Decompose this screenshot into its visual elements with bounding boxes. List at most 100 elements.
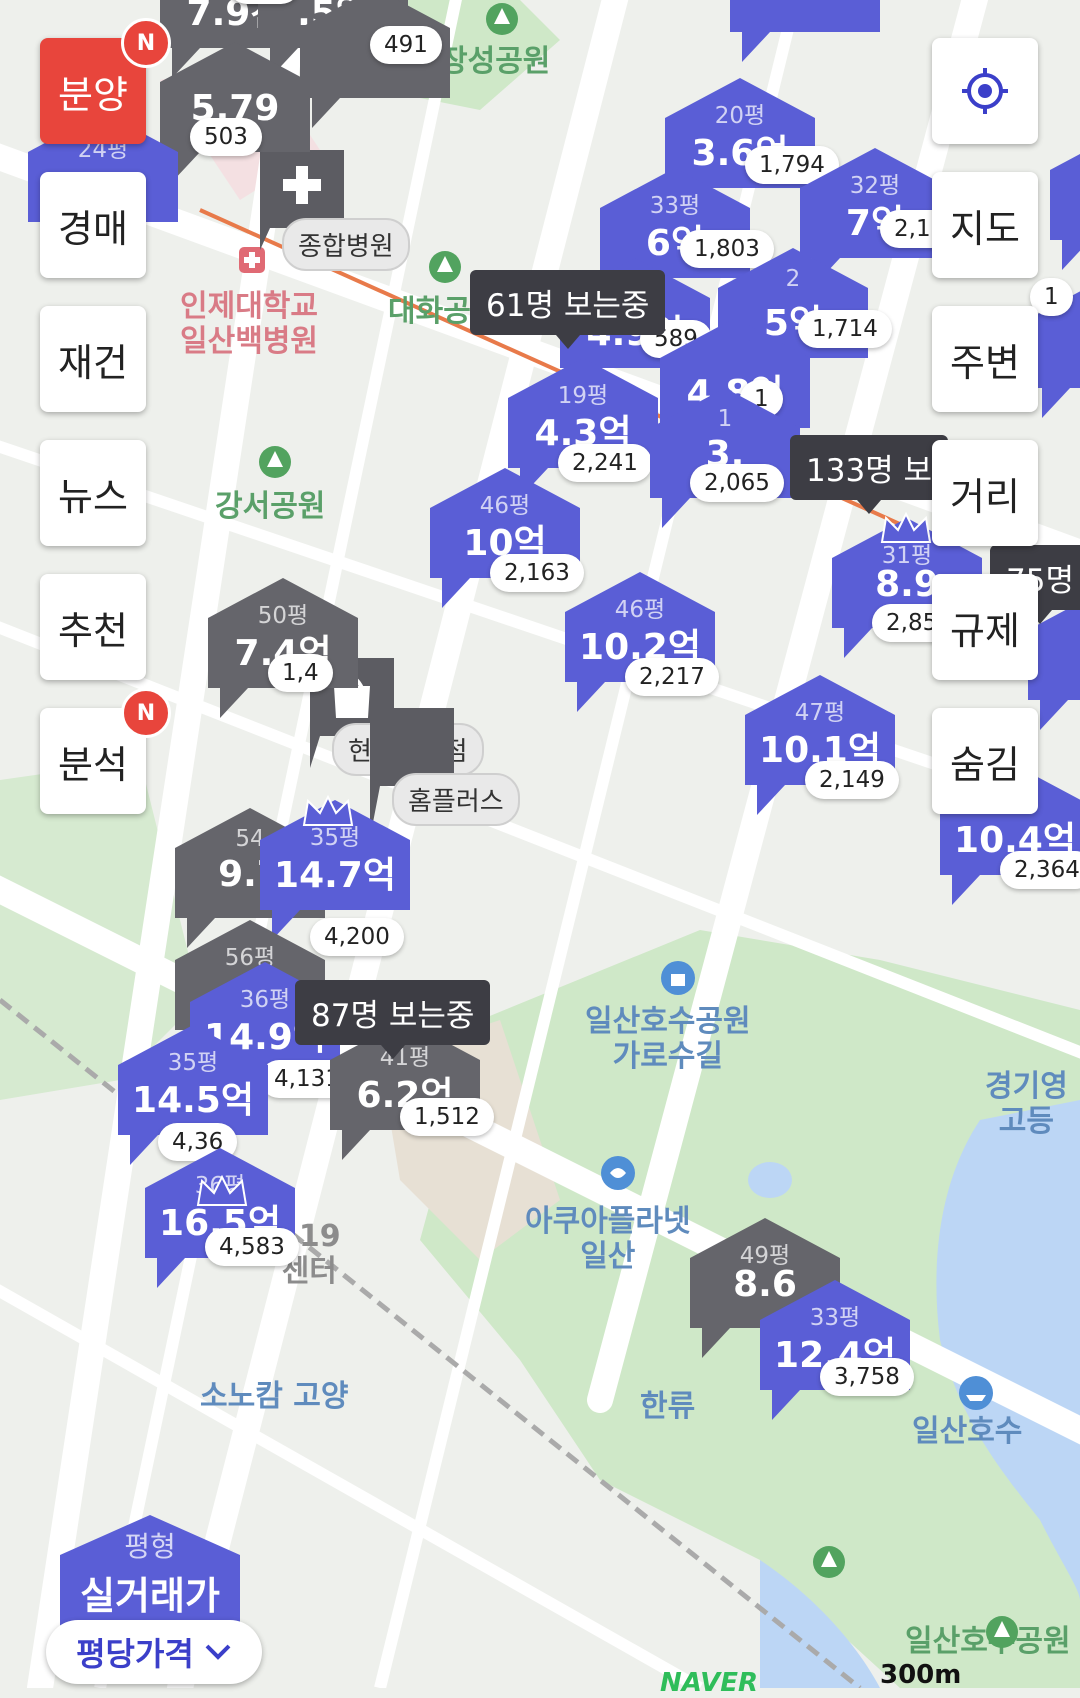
listing-marker[interactable]: 47평 10.1억 2,149 (745, 675, 899, 825)
listing-count: 2,065 (690, 464, 784, 502)
price-unit-label: 평당가격 (76, 1635, 194, 1673)
place-label: 한류 (640, 1389, 696, 1424)
park-icon (429, 251, 461, 283)
sidebar-item-label: 뉴스 (58, 474, 128, 519)
sidebar-item-map[interactable]: 지도 (932, 172, 1038, 278)
listing-count-pill: 3,758 (820, 1358, 914, 1396)
boat-icon (959, 1376, 993, 1410)
listing-count-pill: 2,065 (690, 464, 784, 502)
listing-marker[interactable]: 33평 12.4억 3,758 (760, 1280, 914, 1430)
listing-price: 14.7억 (274, 855, 396, 896)
listing-count-pill: 445 (228, 0, 300, 4)
sidebar-item-label: 분석 (58, 742, 128, 787)
place-label: 인제대학교 일산백병원 (180, 289, 318, 359)
sidebar-item-label: 경매 (58, 206, 128, 251)
poi-label: 종합병원 (282, 218, 410, 271)
sidebar-item-news[interactable]: 뉴스 (40, 440, 146, 546)
listing-count: 1,714 (798, 310, 892, 348)
place-label: 아쿠아플라넷 일산 (525, 1204, 691, 1274)
listing-count-pill: 1,512 (400, 1098, 494, 1136)
sidebar-item-distance[interactable]: 거리 (932, 440, 1038, 546)
listing-marker[interactable]: 5.79 503 (160, 42, 310, 192)
place-label: 대화공 (388, 294, 471, 329)
place-label: 소노캄 고양 (200, 1379, 349, 1414)
viewers-tooltip[interactable]: 61명 보는중 (470, 270, 666, 349)
listing-area: 2 (785, 266, 801, 292)
sidebar-item-nearby[interactable]: 주변 (932, 306, 1038, 412)
sidebar-item-label: 추천 (58, 608, 128, 653)
place-label: 일산호수공원 가로수길 (585, 1004, 751, 1074)
sidebar-item-auction[interactable]: 경매 (40, 172, 146, 278)
house-marker-shape (730, 0, 880, 62)
listing-price: 14.5억 (132, 1080, 254, 1121)
crown-icon (302, 795, 354, 826)
listing-count-pill: 491 (370, 26, 442, 64)
crown-icon (196, 1175, 248, 1206)
listing-count-pill: 2,217 (625, 658, 719, 696)
new-badge: N (121, 688, 171, 738)
listing-count: 4,583 (205, 1228, 299, 1266)
listing-count: 2,149 (805, 761, 899, 799)
sidebar-item-label: 숨김 (950, 742, 1020, 787)
crosshair-icon (962, 68, 1008, 114)
sidebar-item-hide[interactable]: 숨김 (932, 708, 1038, 814)
listing-count: 2,364 (1000, 851, 1080, 889)
listing-count-pill: 503 (190, 118, 262, 156)
listing-count-pill: 1,714 (798, 310, 892, 348)
viewers-tooltip[interactable]: 133명 보 (790, 435, 949, 514)
legend-price-type: 실거래가 (80, 1574, 220, 1618)
listing-count: 1,512 (400, 1098, 494, 1136)
listing-count-pill: 4,583 (205, 1228, 299, 1266)
scale-label: 300m (880, 1660, 962, 1690)
listing-count: 2,217 (625, 658, 719, 696)
new-badge: N (121, 18, 171, 68)
listing-count: 3,758 (820, 1358, 914, 1396)
listing-marker[interactable]: 36평16.5억4,583 (145, 1148, 299, 1298)
legend-area-label: 평형 (124, 1530, 176, 1563)
place-label: 일산호수 (912, 1414, 1023, 1449)
place-label: 장성공원 (440, 44, 551, 79)
sidebar-item-redevelopment[interactable]: 재건 (40, 306, 146, 412)
chevron-down-icon (205, 1644, 231, 1660)
park-icon (986, 1616, 1018, 1648)
listing-marker[interactable]: 1 3. 2,065 (650, 388, 800, 538)
listing-marker[interactable]: 46평 10.2억 2,217 (565, 572, 719, 722)
listing-count-pill: 2,149 (805, 761, 899, 799)
listing-price: 8 (1050, 176, 1080, 217)
listing-marker[interactable]: 50평7.4억1,4 (208, 578, 358, 728)
listing-count: 1,4 (268, 654, 333, 692)
crown-icon (880, 512, 932, 543)
viewers-tooltip[interactable]: 87명 보는중 (295, 980, 491, 1059)
listing-marker[interactable]: 8 (1050, 130, 1080, 280)
naver-logo: NAVER (660, 1668, 759, 1698)
house-marker-shape (300, 0, 450, 128)
sidebar-item-label: 규제 (950, 608, 1020, 653)
sidebar-item-regulation[interactable]: 규제 (932, 574, 1038, 680)
listing-area: 1 (717, 406, 733, 432)
sidebar-item-label: 주변 (950, 340, 1020, 385)
sidebar-item-recommend[interactable]: 추천 (40, 574, 146, 680)
listing-marker[interactable]: 491 (300, 0, 450, 138)
shopping-icon (661, 961, 695, 995)
sidebar-item-label: 재건 (58, 340, 128, 385)
listing-count: 445 (228, 0, 300, 4)
listing-marker[interactable]: 46평 10억 2,163 (430, 468, 584, 618)
sidebar-item-label: 지도 (950, 206, 1020, 251)
park-icon (259, 446, 291, 478)
listing-count: 503 (190, 118, 262, 156)
aquarium-icon (601, 1156, 635, 1190)
park-icon (486, 3, 518, 35)
place-label: 강서공원 (215, 489, 326, 524)
legend-marker[interactable]: 평형 실거래가 (60, 1515, 240, 1635)
my-location-button[interactable] (932, 38, 1038, 144)
listing-count-pill: 2,364 (1000, 851, 1080, 889)
sidebar-item-label: 분양 (58, 72, 128, 117)
listing-count: 491 (370, 26, 442, 64)
price-unit-dropdown[interactable]: 평당가격 (46, 1620, 262, 1684)
map-canvas[interactable]: 장성공원 강서공원 대화공 인제대학교 일산백병원 일산호수공원 가로수길 아쿠… (0, 0, 1080, 1688)
listing-count-pill: 1,4 (268, 654, 333, 692)
park-icon (813, 1546, 845, 1578)
listing-marker[interactable]: 1,962 (730, 0, 880, 72)
sidebar-item-label: 거리 (950, 474, 1020, 519)
poi-label: 홈플러스 (392, 773, 520, 826)
